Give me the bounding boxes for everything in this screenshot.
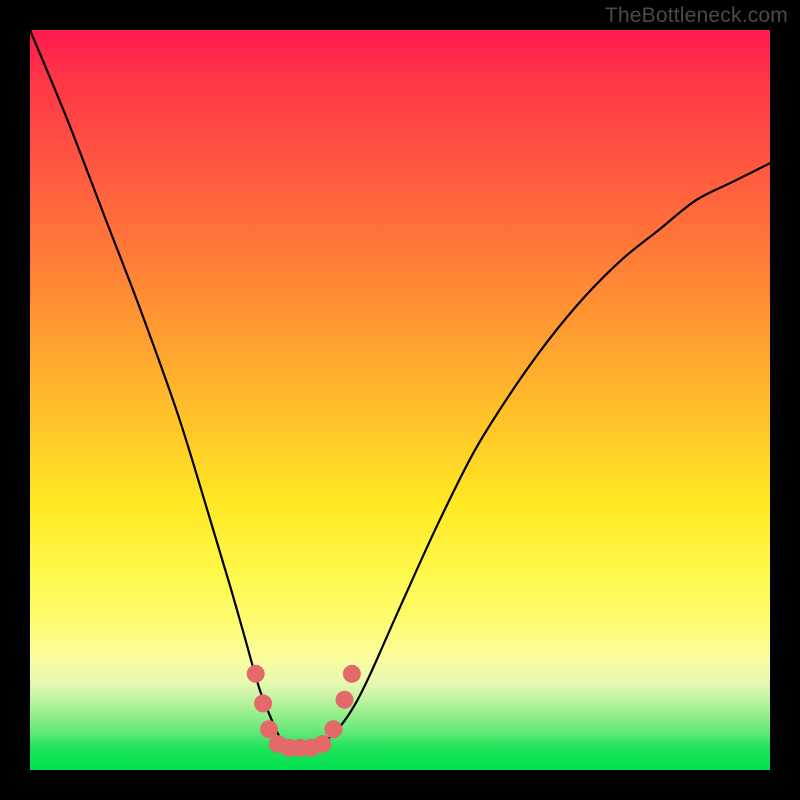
chart-svg (30, 30, 770, 770)
watermark-text: TheBottleneck.com (605, 4, 788, 28)
highlight-dot (324, 720, 342, 738)
highlight-dot (247, 665, 265, 683)
chart-frame: TheBottleneck.com (0, 0, 800, 800)
highlight-dot (254, 694, 272, 712)
bottleneck-curve (30, 30, 770, 748)
highlight-dot (313, 735, 331, 753)
highlight-dot (343, 665, 361, 683)
plot-area (30, 30, 770, 770)
highlight-dots-group (247, 665, 361, 757)
highlight-dot (336, 691, 354, 709)
